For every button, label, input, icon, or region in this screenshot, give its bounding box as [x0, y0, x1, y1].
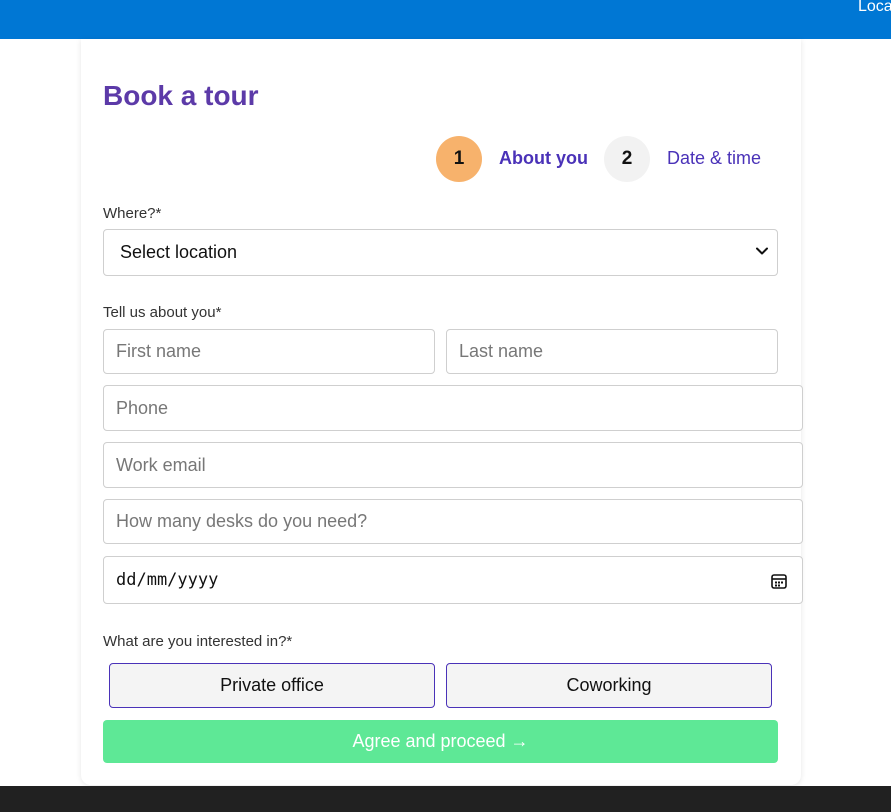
- last-name-placeholder: Last name: [459, 341, 544, 361]
- date-placeholder: dd/mm/yyyy: [116, 570, 219, 590]
- first-name-placeholder: First name: [116, 341, 202, 361]
- location-select-value: Select location: [120, 242, 238, 262]
- location-label: Where?*: [103, 205, 162, 222]
- calendar-icon[interactable]: [770, 572, 788, 590]
- step-1-indicator: 1: [436, 136, 482, 182]
- chevron-down-icon: [756, 247, 768, 255]
- desks-placeholder: How many desks do you need?: [116, 511, 368, 531]
- phone-placeholder: Phone: [116, 397, 169, 418]
- phone-input[interactable]: Phone: [103, 385, 803, 431]
- date-input[interactable]: dd/mm/yyyy: [103, 556, 803, 604]
- private-office-option[interactable]: Private office: [109, 663, 435, 708]
- coworking-option[interactable]: Coworking: [446, 663, 772, 708]
- top-nav-bar: Loca: [0, 0, 891, 39]
- desks-input[interactable]: How many desks do you need?: [103, 499, 803, 544]
- agree-proceed-button[interactable]: Agree and proceed →: [103, 720, 778, 763]
- work-email-input[interactable]: Work email: [103, 442, 803, 488]
- interest-label: What are you interested in?*: [103, 633, 293, 650]
- last-name-input[interactable]: Last name: [446, 329, 778, 374]
- nav-locations-link[interactable]: Loca: [858, 0, 891, 16]
- step-1-label: About you: [499, 148, 588, 168]
- about-you-label: Tell us about you*: [103, 304, 222, 321]
- step-2-label[interactable]: Date & time: [667, 148, 761, 169]
- work-email-placeholder: Work email: [116, 454, 206, 475]
- step-2-indicator[interactable]: 2: [604, 136, 650, 182]
- first-name-input[interactable]: First name: [103, 329, 435, 374]
- page-title: Book a tour: [103, 80, 259, 111]
- location-select[interactable]: Select location: [103, 229, 778, 276]
- page-footer: [0, 786, 891, 812]
